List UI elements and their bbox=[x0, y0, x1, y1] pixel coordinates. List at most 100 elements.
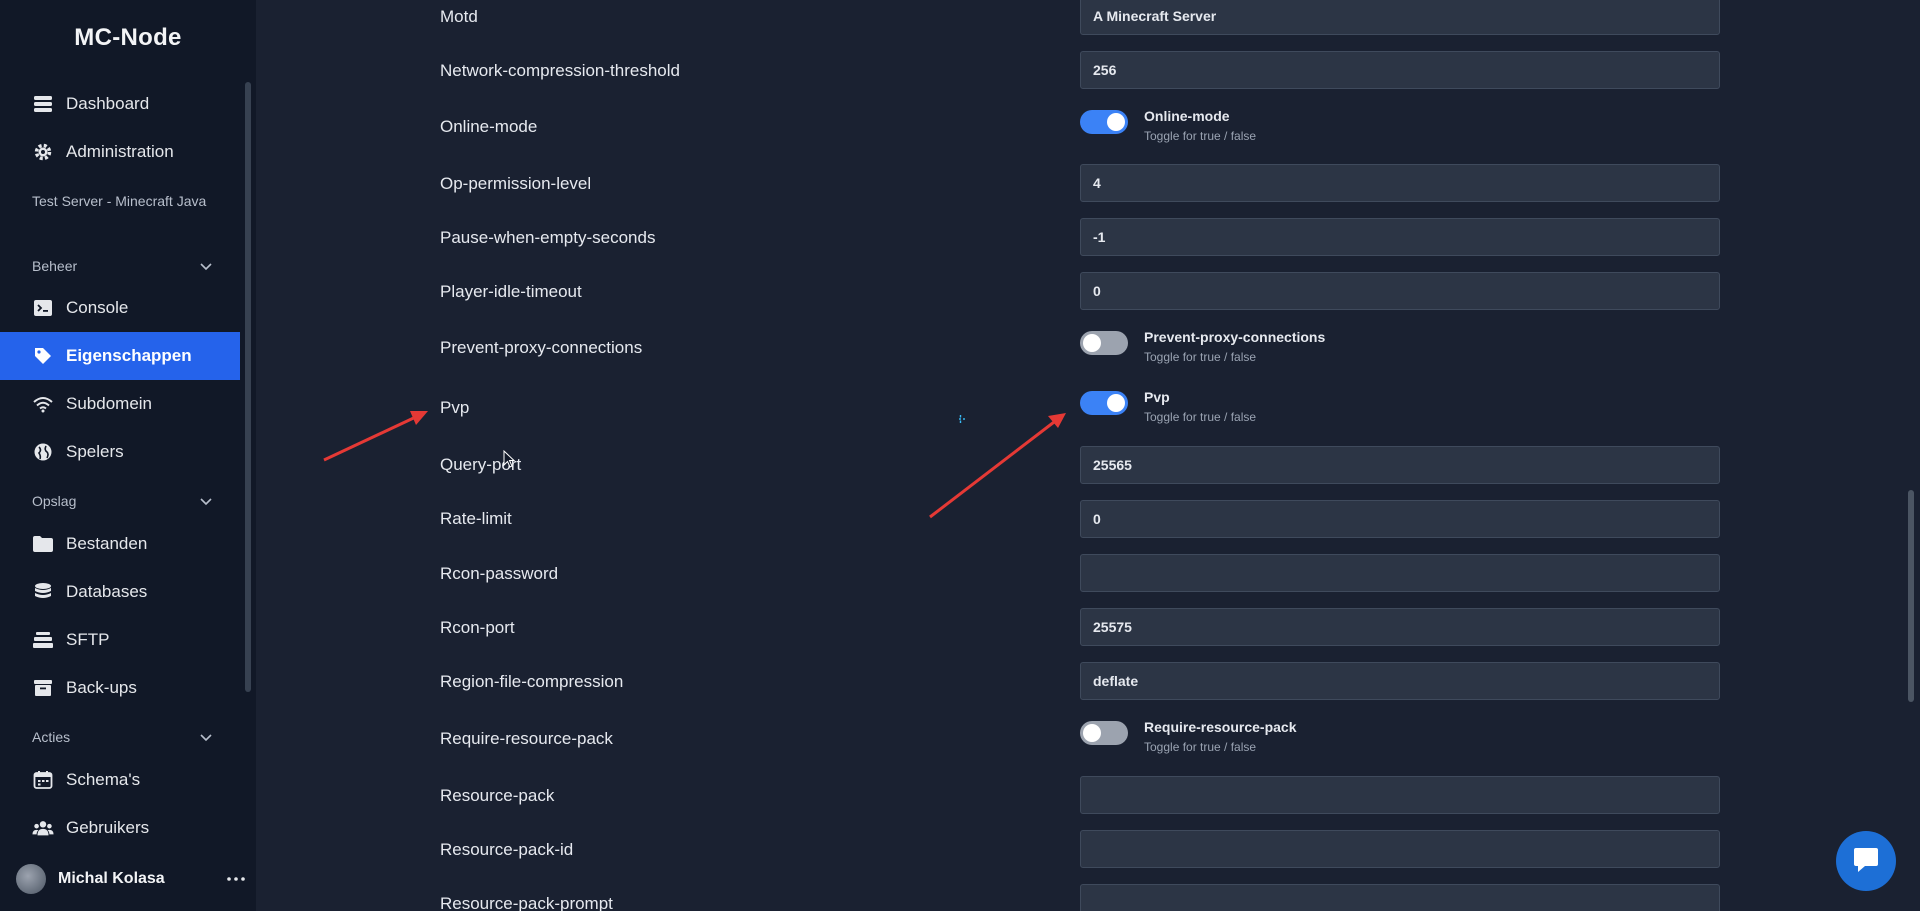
prop-label-prevent-proxy-connections: Prevent-proxy-connections bbox=[440, 338, 643, 357]
sidebar-item-label: Bestanden bbox=[66, 534, 148, 553]
prop-label-pvp: Pvp bbox=[440, 398, 470, 417]
prop-label-resource-pack-id: Resource-pack-id bbox=[440, 840, 574, 859]
sidebar-item-subdomein[interactable]: Subdomein bbox=[0, 380, 240, 428]
sidebar-item-administration[interactable]: Administration bbox=[0, 128, 240, 176]
sidebar-item-console[interactable]: Console bbox=[0, 284, 240, 332]
sidebar-item-label: Eigenschappen bbox=[66, 346, 192, 365]
tag-icon bbox=[32, 345, 54, 367]
sidebar-item-label: Administration bbox=[66, 142, 174, 161]
prop-label-op-permission-level: Op-permission-level bbox=[440, 174, 592, 193]
users-icon bbox=[32, 817, 54, 839]
pvp-toggle-row: Pvp Toggle for true / false bbox=[1080, 388, 1256, 428]
sidebar: MC-Node Dashboard Administration Test Se… bbox=[0, 0, 256, 911]
database-icon bbox=[32, 581, 54, 603]
motd-input[interactable] bbox=[1080, 0, 1720, 35]
server-name: Test Server - Minecraft Java bbox=[32, 193, 207, 209]
sidebar-item-label: Gebruikers bbox=[66, 818, 150, 837]
sidebar-item-label: Subdomein bbox=[66, 394, 153, 413]
toggle-help: Toggle for true / false bbox=[1144, 350, 1257, 364]
sidebar-item-eigenschappen[interactable]: Eigenschappen bbox=[0, 332, 240, 380]
prop-label-resource-pack: Resource-pack bbox=[440, 786, 555, 805]
sidebar-item-label: Databases bbox=[66, 582, 148, 601]
archive-icon bbox=[32, 677, 54, 699]
globe-icon bbox=[32, 441, 54, 463]
sidebar-item-spelers[interactable]: Spelers bbox=[0, 428, 240, 476]
terminal-icon bbox=[32, 297, 54, 319]
rcon-port-input[interactable] bbox=[1080, 608, 1720, 646]
resource-pack-prompt-input[interactable] bbox=[1080, 884, 1720, 911]
sidebar-item-bestanden[interactable]: Bestanden bbox=[0, 520, 240, 568]
toggle-help: Toggle for true / false bbox=[1144, 740, 1257, 754]
user-name: Michal Kolasa bbox=[58, 870, 165, 887]
sidebar-item-label: Dashboard bbox=[66, 94, 150, 113]
prop-label-rcon-port: Rcon-port bbox=[440, 618, 515, 637]
wifi-icon bbox=[32, 393, 54, 415]
chat-bubble-icon bbox=[1854, 848, 1878, 872]
sidebar-item-back-ups[interactable]: Back-ups bbox=[0, 664, 240, 712]
properties-panel: Motd Network-compression-threshold Onlin… bbox=[256, 0, 1920, 911]
toggle-title: Online-mode bbox=[1144, 108, 1230, 124]
prop-label-pause-when-empty-seconds: Pause-when-empty-seconds bbox=[440, 228, 656, 247]
pause-when-empty-seconds-input[interactable] bbox=[1080, 218, 1720, 256]
toggle-title: Require-resource-pack bbox=[1144, 719, 1297, 735]
op-permission-level-input[interactable] bbox=[1080, 164, 1720, 202]
chevron-down-icon bbox=[200, 258, 212, 274]
toggle-title: Pvp bbox=[1144, 389, 1170, 405]
sidebar-item-label: Schema's bbox=[66, 770, 141, 789]
chevron-down-icon bbox=[200, 729, 212, 745]
ellipsis-icon bbox=[227, 877, 245, 881]
section-title: Acties bbox=[32, 729, 71, 745]
gear-icon bbox=[32, 141, 54, 163]
sidebar-item-sftp[interactable]: SFTP bbox=[0, 616, 240, 664]
sidebar-scrollbar[interactable] bbox=[245, 82, 251, 692]
chevron-down-icon bbox=[200, 493, 212, 509]
network-compression-threshold-input[interactable] bbox=[1080, 51, 1720, 89]
prop-label-region-file-compression: Region-file-compression bbox=[440, 672, 624, 691]
section-acties[interactable]: Acties bbox=[32, 725, 212, 749]
resource-pack-id-input[interactable] bbox=[1080, 830, 1720, 868]
pvp-toggle[interactable] bbox=[1080, 391, 1128, 415]
avatar bbox=[16, 864, 46, 894]
online-mode-toggle[interactable] bbox=[1080, 110, 1128, 134]
prop-label-resource-pack-prompt: Resource-pack-prompt bbox=[440, 894, 613, 911]
region-file-compression-input[interactable] bbox=[1080, 662, 1720, 700]
toggle-title: Prevent-proxy-connections bbox=[1144, 329, 1326, 345]
more-options-button[interactable] bbox=[216, 864, 256, 894]
sidebar-item-databases[interactable]: Databases bbox=[0, 568, 240, 616]
calendar-icon bbox=[32, 769, 54, 791]
sidebar-item-gebruikers[interactable]: Gebruikers bbox=[0, 804, 240, 852]
sidebar-item-schemas[interactable]: Schema's bbox=[0, 756, 240, 804]
rcon-password-input[interactable] bbox=[1080, 554, 1720, 592]
toggle-help: Toggle for true / false bbox=[1144, 129, 1257, 143]
resource-pack-input[interactable] bbox=[1080, 776, 1720, 814]
sidebar-item-label: Back-ups bbox=[66, 678, 137, 697]
folder-icon bbox=[32, 533, 54, 555]
user-menu[interactable]: Michal Kolasa bbox=[0, 856, 256, 902]
sidebar-item-dashboard[interactable]: Dashboard bbox=[0, 80, 240, 128]
prop-label-motd: Motd bbox=[440, 7, 478, 26]
sidebar-item-label: Console bbox=[66, 298, 129, 317]
require-resource-pack-toggle[interactable] bbox=[1080, 721, 1128, 745]
rate-limit-input[interactable] bbox=[1080, 500, 1720, 538]
prop-label-rate-limit: Rate-limit bbox=[440, 509, 512, 528]
prop-label-player-idle-timeout: Player-idle-timeout bbox=[440, 282, 582, 301]
prop-label-network-compression-threshold: Network-compression-threshold bbox=[440, 61, 680, 80]
prop-label-online-mode: Online-mode bbox=[440, 117, 538, 136]
prop-label-query-port: Query-port bbox=[440, 455, 522, 474]
section-beheer[interactable]: Beheer bbox=[32, 254, 212, 278]
main-scrollbar[interactable] bbox=[1908, 490, 1914, 702]
prop-label-rcon-password: Rcon-password bbox=[440, 564, 559, 583]
dashboard-icon bbox=[32, 93, 54, 115]
query-port-input[interactable] bbox=[1080, 446, 1720, 484]
prop-label-require-resource-pack: Require-resource-pack bbox=[440, 729, 613, 748]
prevent-proxy-connections-toggle[interactable] bbox=[1080, 331, 1128, 355]
section-title: Opslag bbox=[32, 493, 77, 509]
require-resource-pack-toggle-row: Require-resource-pack Toggle for true / … bbox=[1080, 718, 1297, 758]
player-idle-timeout-input[interactable] bbox=[1080, 272, 1720, 310]
brand-logo[interactable]: MC-Node bbox=[0, 24, 256, 52]
section-opslag[interactable]: Opslag bbox=[32, 489, 212, 513]
prevent-proxy-connections-toggle-row: Prevent-proxy-connections Toggle for tru… bbox=[1080, 328, 1325, 368]
sidebar-item-label: SFTP bbox=[66, 630, 110, 649]
online-mode-toggle-row: Online-mode Toggle for true / false bbox=[1080, 107, 1256, 147]
chat-button[interactable] bbox=[1836, 831, 1896, 891]
